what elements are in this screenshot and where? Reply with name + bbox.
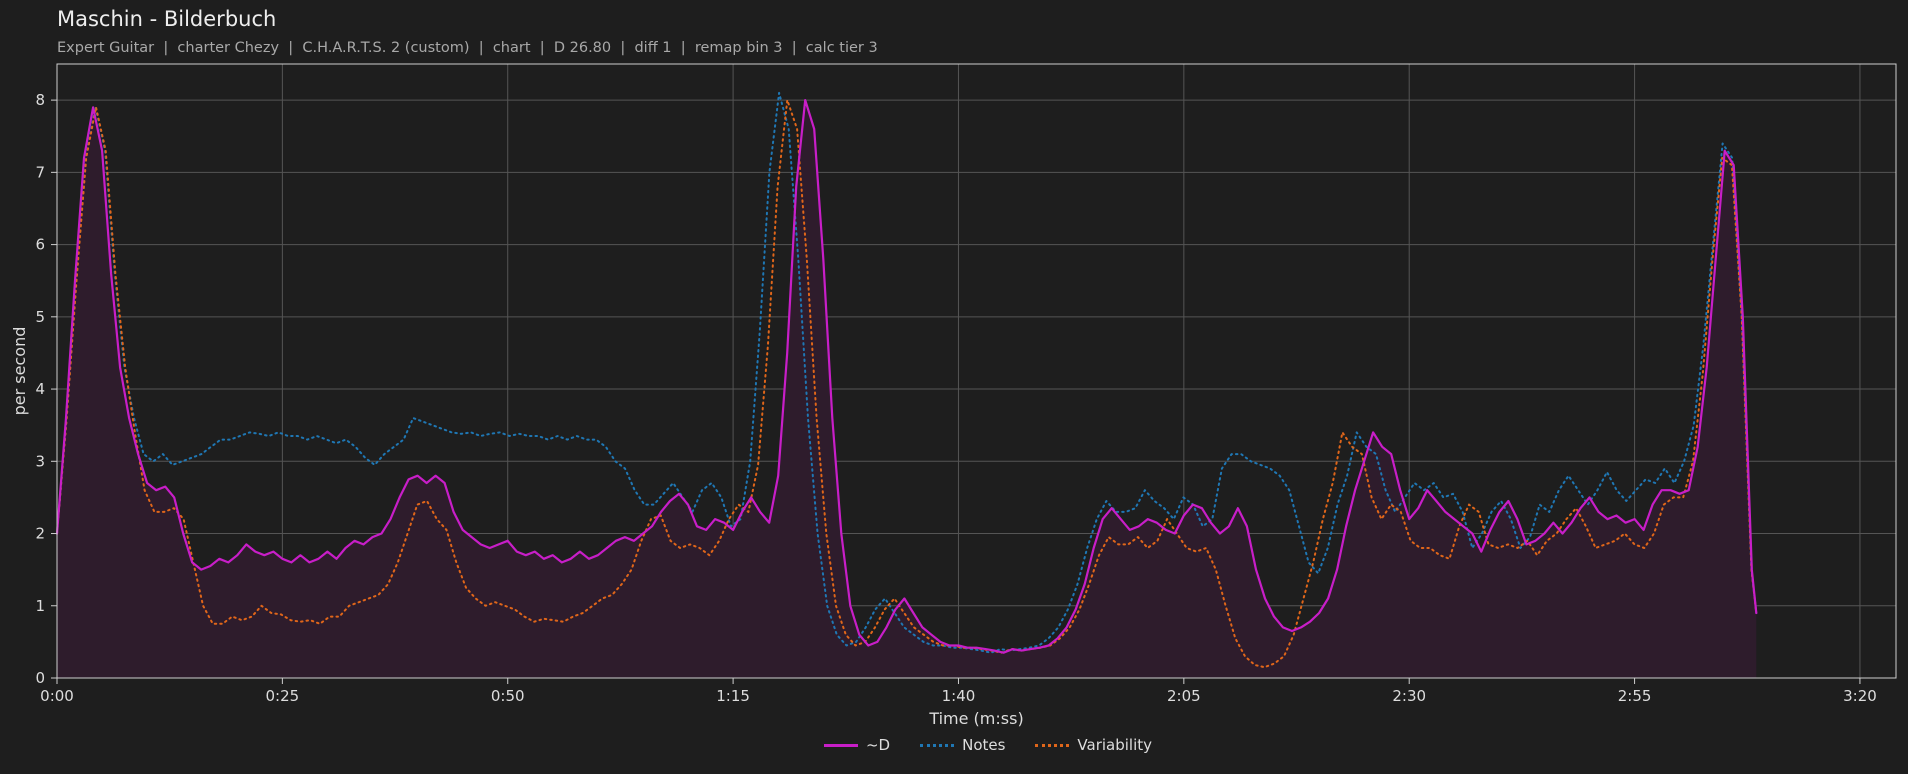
legend-swatch-variability bbox=[1035, 743, 1070, 747]
legend-label-variability: Variability bbox=[1077, 736, 1153, 754]
line-chart: 0 1 2 3 4 5 6 7 8 0:00 0:25 0:50 1:15 1:40 2:05 2:30 2:… bbox=[10, 63, 1897, 728]
x-tick-label-1: 0:25 bbox=[266, 687, 300, 705]
y-tick-label-1: 1 bbox=[35, 597, 45, 615]
x-axis-ticks: 0:00 0:25 0:50 1:15 1:40 2:05 2:30 2:55 3:20 bbox=[40, 678, 1877, 705]
y-tick-label-4: 4 bbox=[35, 380, 45, 398]
x-tick-label-6: 2:30 bbox=[1392, 687, 1426, 705]
x-tick-label-8: 3:20 bbox=[1843, 687, 1877, 705]
x-tick-label-7: 2:55 bbox=[1618, 687, 1652, 705]
legend-item-variability[interactable]: Variability bbox=[1035, 736, 1152, 754]
x-tick-label-3: 1:15 bbox=[716, 687, 750, 705]
legend-item-notes[interactable]: Notes bbox=[920, 736, 1005, 754]
y-axis-ticks: 0 1 2 3 4 5 6 7 8 bbox=[35, 91, 57, 687]
x-tick-label-0: 0:00 bbox=[40, 687, 74, 705]
legend-item-d[interactable]: ~D bbox=[823, 736, 891, 754]
y-tick-label-3: 3 bbox=[35, 452, 45, 470]
x-tick-label-2: 0:50 bbox=[491, 687, 525, 705]
y-tick-label-8: 8 bbox=[35, 91, 45, 109]
legend-swatch-notes bbox=[920, 743, 955, 747]
legend-label-notes: Notes bbox=[962, 736, 1006, 754]
legend-label-d: ~D bbox=[865, 736, 891, 754]
x-tick-label-5: 2:05 bbox=[1167, 687, 1201, 705]
chart-legend: ~D Notes Variability bbox=[0, 736, 1908, 754]
legend-swatch-d bbox=[823, 743, 858, 747]
y-tick-label-5: 5 bbox=[35, 308, 45, 326]
y-tick-label-0: 0 bbox=[35, 669, 45, 687]
x-tick-label-4: 1:40 bbox=[942, 687, 976, 705]
y-tick-label-6: 6 bbox=[35, 236, 45, 254]
y-axis-label: per second bbox=[10, 327, 29, 416]
y-tick-label-7: 7 bbox=[35, 163, 45, 181]
y-tick-label-2: 2 bbox=[35, 525, 45, 543]
x-axis-label: Time (m:ss) bbox=[928, 709, 1023, 728]
